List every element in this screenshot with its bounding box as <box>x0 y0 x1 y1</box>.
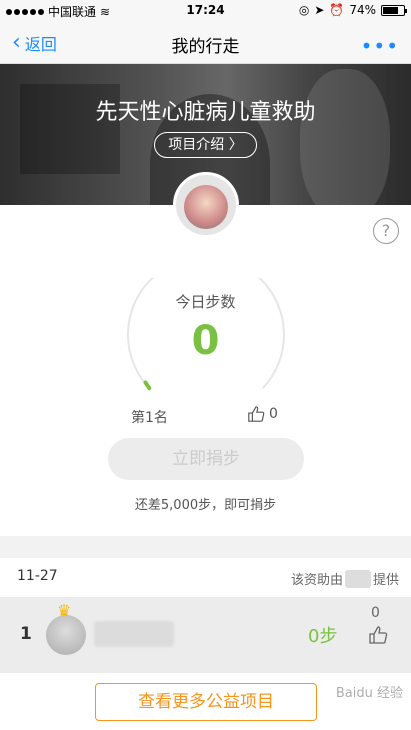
rank-label: 第1名 <box>131 410 168 426</box>
ranking-name-blurred <box>94 621 174 647</box>
section-divider <box>0 536 411 558</box>
project-intro-button[interactable]: 项目介绍 〉 <box>154 132 257 158</box>
ranking-date: 11-27 <box>17 568 58 584</box>
crown-icon: ♛ <box>57 601 72 620</box>
thumbs-up-icon <box>248 406 265 422</box>
battery-percent: 74% <box>349 3 376 17</box>
page-title: 我的行走 <box>171 37 240 57</box>
ranking-avatar[interactable] <box>46 615 86 655</box>
battery-icon <box>381 4 407 16</box>
alarm-icon: ⏰ <box>329 3 345 17</box>
ranking-steps: 0步 <box>308 626 338 647</box>
sponsor-name-blurred <box>344 569 371 588</box>
steps-value: 0 <box>191 318 220 364</box>
more-dots-icon[interactable]: ••• <box>361 34 399 58</box>
nav-bar: ‹ 返回 我的行走 ••• <box>0 20 411 64</box>
sponsor-text: 该资助由 提供 <box>291 569 399 588</box>
avatar-face <box>184 185 228 229</box>
help-icon[interactable]: ? <box>373 218 399 244</box>
banner-title: 先天性心脏病儿童救助 <box>95 100 316 125</box>
status-bar: 中国联通 ≋ 17:24 ◎ ➤ ⏰ 74% <box>0 0 411 20</box>
status-right: ◎ ➤ ⏰ 74% <box>298 3 407 17</box>
watermark-logo: Baidu 经验 <box>335 686 403 701</box>
likes-count: 0 <box>269 406 278 422</box>
ranking-like-count: 0 <box>371 605 380 621</box>
sponsor-suffix: 提供 <box>372 573 399 588</box>
remaining-steps-hint: 还差5,000步，即可捐步 <box>134 498 277 513</box>
user-avatar[interactable] <box>173 172 239 238</box>
ranking-row[interactable]: 1 ♛ 0步 0 <box>0 597 411 673</box>
location-icon: ➤ <box>314 3 325 17</box>
ranking-position: 1 <box>20 624 32 644</box>
donate-steps-button[interactable]: 立即捐步 <box>108 438 304 480</box>
likes-group[interactable]: 0 <box>247 405 278 423</box>
thumbs-up-icon[interactable] <box>368 625 388 645</box>
gauge-progress-marker <box>143 380 152 391</box>
ranking-header: 11-27 该资助由 提供 <box>0 558 411 596</box>
sponsor-prefix: 该资助由 <box>290 573 343 588</box>
more-projects-button[interactable]: 查看更多公益项目 <box>95 683 317 721</box>
steps-label: 今日步数 <box>175 293 236 311</box>
lock-rotation-icon: ◎ <box>298 3 310 17</box>
